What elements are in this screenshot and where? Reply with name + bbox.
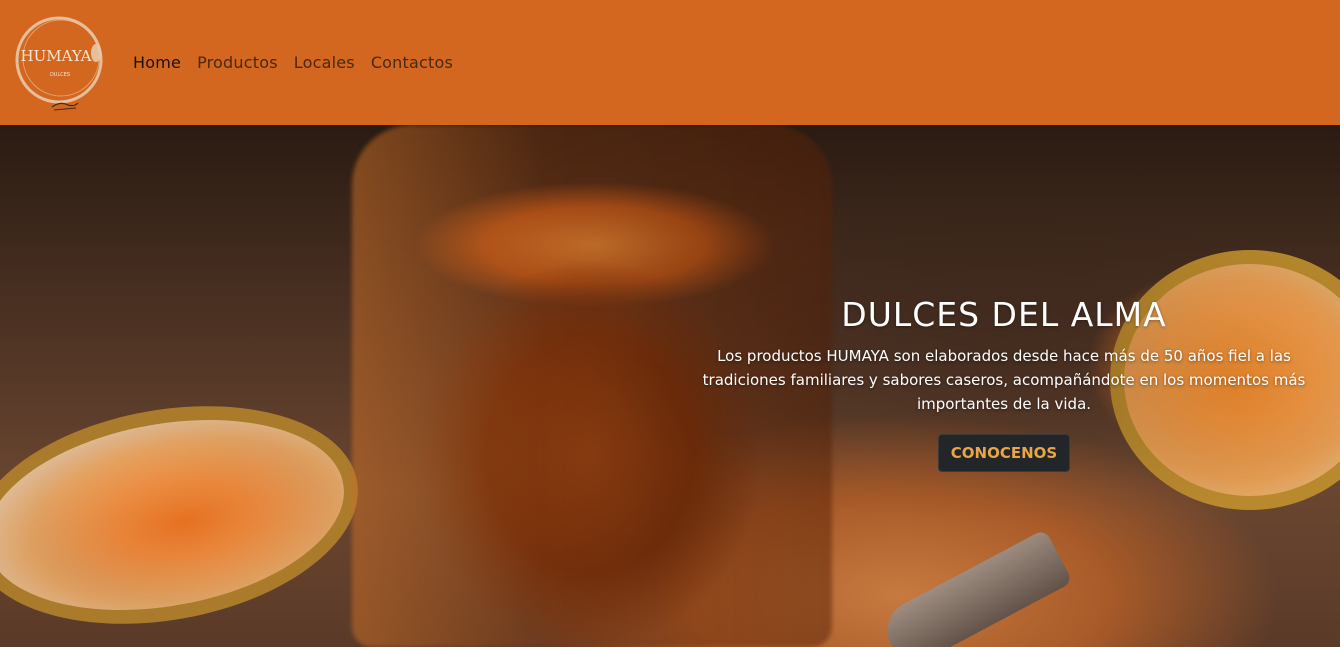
conocenos-button[interactable]: CONOCENOS <box>937 434 1071 472</box>
nav-item-locales[interactable]: Locales <box>294 53 355 72</box>
hero-description: Los productos HUMAYA son elaborados desd… <box>702 347 1306 413</box>
logo-emblem: HUMAYA DULCES <box>15 16 103 110</box>
nav-item-productos[interactable]: Productos <box>197 53 278 72</box>
brand-logo[interactable]: HUMAYA DULCES <box>14 13 106 113</box>
main-nav: Home Productos Locales Contactos <box>133 53 469 72</box>
nav-item-contactos[interactable]: Contactos <box>371 53 453 72</box>
hero-title: DULCES DEL ALMA <box>841 295 1167 334</box>
hero-caption: DULCES DEL ALMA Los productos HUMAYA son… <box>670 295 1338 472</box>
svg-text:HUMAYA: HUMAYA <box>21 47 92 65</box>
navbar: HUMAYA DULCES Home Productos Locales Con… <box>0 0 1340 125</box>
svg-text:DULCES: DULCES <box>50 72 70 78</box>
hero-banner: DULCES DEL ALMA Los productos HUMAYA son… <box>0 125 1340 647</box>
nav-item-home[interactable]: Home <box>133 53 181 72</box>
